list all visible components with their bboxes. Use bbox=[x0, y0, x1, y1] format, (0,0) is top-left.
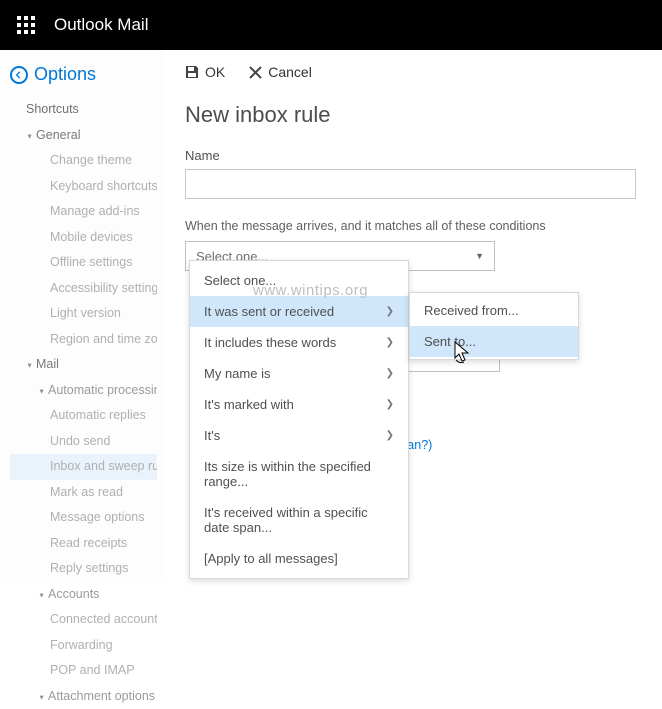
chevron-right-icon: ❯ bbox=[386, 337, 394, 348]
menu-item[interactable]: Select one... bbox=[190, 265, 408, 296]
sidebar-item[interactable]: Undo send bbox=[10, 429, 157, 455]
sidebar-item[interactable]: Light version bbox=[10, 301, 157, 327]
sidebar-item[interactable]: POP and IMAP bbox=[10, 658, 157, 684]
sidebar-item[interactable]: Mail bbox=[10, 352, 157, 378]
conditions-label: When the message arrives, and it matches… bbox=[185, 219, 636, 233]
app-name: Outlook Mail bbox=[54, 15, 148, 35]
menu-item[interactable]: It's received within a specific date spa… bbox=[190, 497, 408, 543]
chevron-right-icon: ❯ bbox=[386, 430, 394, 441]
sidebar-item[interactable]: Forwarding bbox=[10, 633, 157, 659]
close-icon bbox=[249, 66, 262, 79]
sidebar-item[interactable]: Connected accounts bbox=[10, 607, 157, 633]
name-input[interactable] bbox=[185, 169, 636, 199]
condition-menu: Select one...It was sent or received❯It … bbox=[189, 260, 409, 579]
page-title: New inbox rule bbox=[185, 102, 636, 128]
sidebar-item[interactable]: Change theme bbox=[10, 148, 157, 174]
options-sidebar: Options ShortcutsGeneralChange themeKeyb… bbox=[0, 50, 165, 578]
condition-submenu: Received from...Sent to... bbox=[409, 292, 579, 360]
sidebar-item[interactable]: Region and time zone bbox=[10, 327, 157, 353]
cancel-button[interactable]: Cancel bbox=[249, 64, 312, 80]
chevron-right-icon: ❯ bbox=[386, 306, 394, 317]
sidebar-item[interactable]: Inbox and sweep rules bbox=[10, 454, 157, 480]
sidebar-item[interactable]: Automatic processing bbox=[10, 378, 157, 404]
save-icon bbox=[185, 65, 199, 79]
top-bar: Outlook Mail bbox=[0, 0, 662, 50]
sidebar-item[interactable]: Offline settings bbox=[10, 250, 157, 276]
menu-item[interactable]: [Apply to all messages] bbox=[190, 543, 408, 574]
sidebar-item[interactable]: General bbox=[10, 123, 157, 149]
menu-item[interactable]: Its size is within the specified range..… bbox=[190, 451, 408, 497]
sidebar-item[interactable]: Mobile devices bbox=[10, 225, 157, 251]
cancel-label: Cancel bbox=[268, 64, 312, 80]
menu-item[interactable]: It was sent or received❯ bbox=[190, 296, 408, 327]
ok-button[interactable]: OK bbox=[185, 64, 225, 80]
sidebar-item[interactable]: Accessibility settings bbox=[10, 276, 157, 302]
menu-item[interactable]: It's marked with❯ bbox=[190, 389, 408, 420]
sidebar-item[interactable]: Read receipts bbox=[10, 531, 157, 557]
name-label: Name bbox=[185, 148, 636, 163]
sidebar-item[interactable]: Message options bbox=[10, 505, 157, 531]
chevron-down-icon: ▼ bbox=[475, 251, 484, 261]
menu-item[interactable]: It's❯ bbox=[190, 420, 408, 451]
submenu-item[interactable]: Received from... bbox=[410, 295, 578, 326]
sidebar-item[interactable]: Shortcuts bbox=[10, 97, 157, 123]
sidebar-item[interactable]: Attachment options bbox=[10, 684, 157, 709]
sidebar-item[interactable]: Manage add-ins bbox=[10, 199, 157, 225]
app-launcher-icon[interactable] bbox=[10, 9, 42, 41]
sidebar-item[interactable]: Automatic replies bbox=[10, 403, 157, 429]
ok-label: OK bbox=[205, 64, 225, 80]
menu-item[interactable]: My name is❯ bbox=[190, 358, 408, 389]
options-header-label: Options bbox=[34, 64, 96, 85]
submenu-item[interactable]: Sent to... bbox=[410, 326, 578, 357]
chevron-right-icon: ❯ bbox=[386, 368, 394, 379]
sidebar-item[interactable]: Accounts bbox=[10, 582, 157, 608]
sidebar-item[interactable]: Keyboard shortcuts bbox=[10, 174, 157, 200]
menu-item[interactable]: It includes these words❯ bbox=[190, 327, 408, 358]
sidebar-item[interactable]: Mark as read bbox=[10, 480, 157, 506]
options-header[interactable]: Options bbox=[10, 64, 157, 85]
back-arrow-icon[interactable] bbox=[10, 66, 28, 84]
chevron-right-icon: ❯ bbox=[386, 399, 394, 410]
